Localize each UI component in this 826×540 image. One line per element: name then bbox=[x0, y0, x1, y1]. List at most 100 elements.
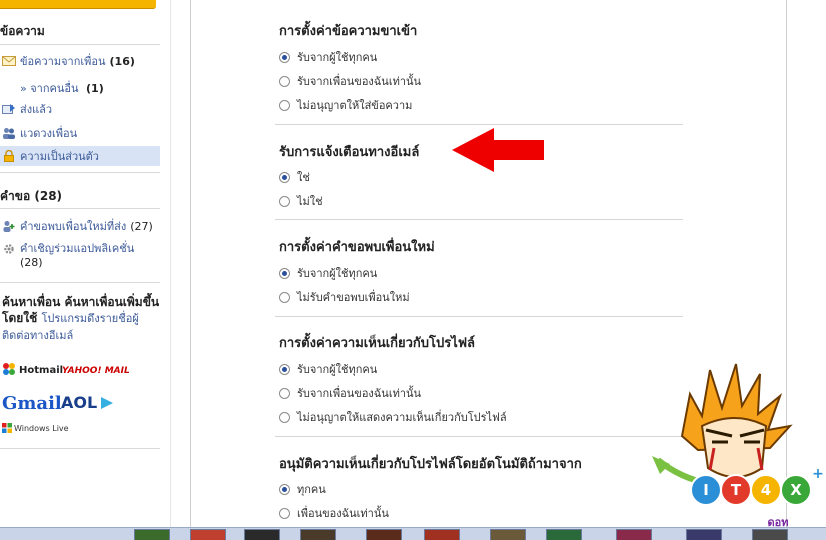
page: ข้อความ ข้อความจากเพื่อน (16) » จากคนอื่… bbox=[0, 0, 826, 540]
taskbar-thumbnail[interactable] bbox=[244, 529, 280, 540]
sidebar-top-tab[interactable] bbox=[0, 0, 156, 9]
sidebar-item-friend-circle[interactable]: แวดวงเพื่อน bbox=[0, 123, 160, 143]
sidebar-divider bbox=[0, 448, 160, 449]
plus-glyph: + bbox=[812, 466, 824, 482]
taskbar-thumbnail[interactable] bbox=[300, 529, 336, 540]
radio-button[interactable] bbox=[279, 51, 290, 63]
friend-requests-count: (27) bbox=[130, 219, 153, 233]
logo-letter: T bbox=[731, 481, 742, 499]
requests-heading: คำขอ (28) bbox=[0, 189, 63, 203]
option-row[interactable]: ใช่ bbox=[279, 168, 310, 186]
others-count: (1) bbox=[86, 82, 104, 95]
option-row[interactable]: เพื่อนของฉันเท่านั้น bbox=[279, 504, 389, 522]
column-divider bbox=[170, 0, 171, 527]
sidebar-item-privacy[interactable]: ความเป็นส่วนตัว bbox=[0, 146, 160, 166]
radio-button[interactable] bbox=[279, 483, 290, 495]
option-row[interactable]: ทุกคน bbox=[279, 480, 326, 498]
taskbar-thumbnail[interactable] bbox=[616, 529, 652, 540]
windows-live-logo[interactable]: Windows Live bbox=[2, 423, 69, 433]
sidebar-divider bbox=[0, 282, 160, 283]
option-row[interactable]: รับจากผู้ใช้ทุกคน bbox=[279, 360, 377, 378]
taskbar-thumbnail[interactable] bbox=[134, 529, 170, 540]
yahoo-mail-logo[interactable]: YAHOO! MAIL bbox=[62, 366, 130, 376]
option-row[interactable]: รับจากผู้ใช้ทุกคน bbox=[279, 48, 377, 66]
radio-button[interactable] bbox=[279, 171, 290, 183]
sent-mail-icon bbox=[2, 104, 15, 114]
radio-button[interactable] bbox=[279, 363, 290, 375]
option-row[interactable]: ไม่รับคำขอพบเพื่อนใหม่ bbox=[279, 288, 410, 306]
it4x-mascot-watermark: I T 4 X + ดอท bbox=[652, 363, 824, 529]
sidebar-item-sent[interactable]: ส่งแล้ว bbox=[0, 99, 160, 119]
add-friend-icon bbox=[3, 221, 15, 232]
taskbar bbox=[0, 527, 826, 540]
aol-logo[interactable]: AOL bbox=[61, 393, 115, 412]
option-row[interactable]: รับจากเพื่อนของฉันเท่านั้น bbox=[279, 72, 421, 90]
sidebar-item-label: คำขอพบเพื่อนใหม่ที่ส่ง bbox=[20, 220, 127, 233]
option-row[interactable]: ไม่อนุญาตให้แสดงความเห็นเกี่ยวกับโปรไฟล์ bbox=[279, 408, 507, 426]
sidebar-item-friend-requests[interactable]: คำขอพบเพื่อนใหม่ที่ส่ง (27) bbox=[0, 216, 160, 236]
option-label: เพื่อนของฉันเท่านั้น bbox=[297, 507, 389, 520]
section-title-incoming-messages: การตั้งค่าข้อความขาเข้า bbox=[279, 24, 418, 39]
taskbar-thumbnail[interactable] bbox=[190, 529, 226, 540]
sidebar-item-label: แวดวงเพื่อน bbox=[20, 127, 78, 140]
taskbar-thumbnail[interactable] bbox=[424, 529, 460, 540]
sidebar-subitem-label: » จากคนอื่น bbox=[20, 82, 79, 95]
sidebar-item-label: ความเป็นส่วนตัว bbox=[20, 150, 99, 163]
app-invites-count: (28) bbox=[20, 256, 43, 269]
find-friends-block: ค้นหาเพื่อน ค้นหาเพื่อนเพิ่มขึ้นโดยใช้ โ… bbox=[2, 294, 162, 344]
left-sidebar: ข้อความ ข้อความจากเพื่อน (16) » จากคนอื่… bbox=[0, 0, 164, 527]
option-label: ไม่ใช่ bbox=[297, 195, 323, 208]
section-divider bbox=[275, 436, 683, 437]
logo-letter: I bbox=[703, 481, 709, 499]
section-divider bbox=[275, 124, 683, 125]
radio-button[interactable] bbox=[279, 387, 290, 399]
windows-flag-icon bbox=[2, 423, 12, 433]
sidebar-divider bbox=[0, 172, 160, 173]
radio-button[interactable] bbox=[279, 267, 290, 279]
option-label: รับจากผู้ใช้ทุกคน bbox=[297, 363, 378, 376]
option-row[interactable]: ไม่ใช่ bbox=[279, 192, 323, 210]
option-row[interactable]: ไม่อนุญาตให้ใส่ข้อความ bbox=[279, 96, 412, 114]
taskbar-thumbnail[interactable] bbox=[490, 529, 526, 540]
section-title-friend-requests: การตั้งค่าคำขอพบเพื่อนใหม่ bbox=[279, 240, 435, 255]
radio-button[interactable] bbox=[279, 195, 290, 207]
sidebar-item-label: ส่งแล้ว bbox=[20, 103, 53, 116]
logo-letter: 4 bbox=[761, 481, 771, 499]
sidebar-subitem-others[interactable]: » จากคนอื่น (1) bbox=[20, 79, 104, 97]
option-label: รับจากเพื่อนของฉันเท่านั้น bbox=[297, 75, 422, 88]
lock-icon bbox=[4, 150, 14, 162]
option-label: ใช่ bbox=[297, 171, 310, 184]
taskbar-thumbnail[interactable] bbox=[752, 529, 788, 540]
section-title-profile-comments: การตั้งค่าความเห็นเกี่ยวกับโปรไฟล์ bbox=[279, 336, 475, 351]
msn-butterfly-icon bbox=[3, 363, 15, 375]
section-divider bbox=[275, 219, 683, 220]
section-title-email-notification: รับการแจ้งเตือนทางอีเมล์ bbox=[279, 145, 420, 160]
taskbar-thumbnail[interactable] bbox=[366, 529, 402, 540]
option-row[interactable]: รับจากผู้ใช้ทุกคน bbox=[279, 264, 377, 282]
option-label: ไม่อนุญาตให้ใส่ข้อความ bbox=[297, 99, 413, 112]
sidebar-item-label: คำเชิญร่วมแอปพลิเคชั่น bbox=[20, 242, 135, 255]
taskbar-thumbnail[interactable] bbox=[546, 529, 582, 540]
option-row[interactable]: รับจากเพื่อนของฉันเท่านั้น bbox=[279, 384, 421, 402]
radio-button[interactable] bbox=[279, 507, 290, 519]
option-label: ทุกคน bbox=[297, 483, 326, 496]
red-arrow-icon bbox=[452, 128, 544, 172]
messages-heading: ข้อความ bbox=[0, 24, 45, 38]
radio-button[interactable] bbox=[279, 99, 290, 111]
aol-triangle-icon bbox=[101, 396, 114, 409]
radio-button[interactable] bbox=[279, 411, 290, 423]
option-label: ไม่อนุญาตให้แสดงความเห็นเกี่ยวกับโปรไฟล์ bbox=[297, 411, 507, 424]
hotmail-logo[interactable]: Hotmail bbox=[2, 362, 63, 378]
logo-letter: X bbox=[790, 481, 802, 499]
sidebar-item-app-invites[interactable]: คำเชิญร่วมแอปพลิเคชั่น (28) bbox=[0, 240, 160, 274]
radio-button[interactable] bbox=[279, 75, 290, 87]
sidebar-divider bbox=[0, 44, 160, 45]
envelope-icon bbox=[2, 56, 16, 66]
taskbar-thumbnail[interactable] bbox=[686, 529, 722, 540]
sidebar-divider bbox=[0, 208, 160, 209]
option-label: รับจากผู้ใช้ทุกคน bbox=[297, 51, 378, 64]
radio-button[interactable] bbox=[279, 291, 290, 303]
sidebar-item-label: ข้อความจากเพื่อน bbox=[20, 55, 106, 68]
gmail-logo[interactable]: Gmail bbox=[2, 393, 62, 414]
sidebar-item-inbox[interactable]: ข้อความจากเพื่อน (16) bbox=[0, 51, 160, 71]
